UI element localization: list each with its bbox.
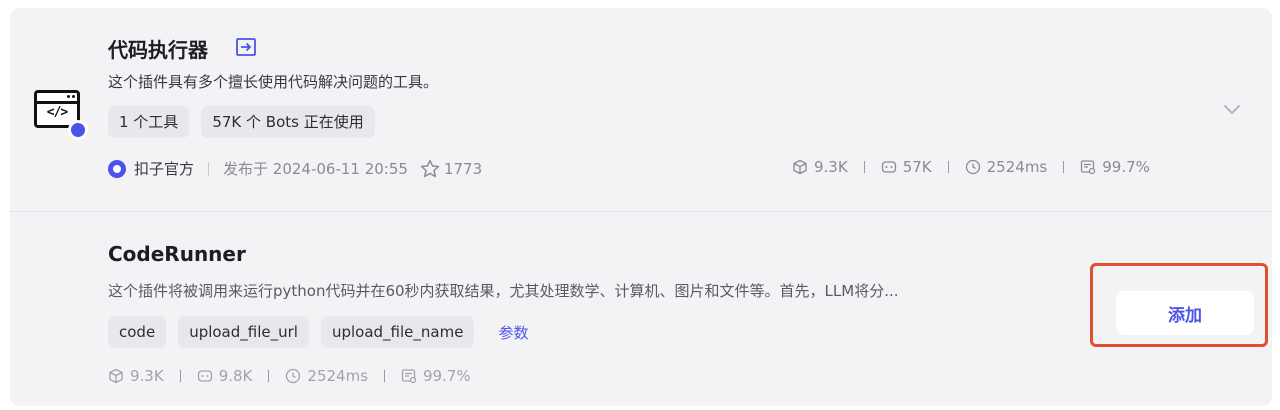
success-rate: 99.7% <box>423 367 471 385</box>
latency-value: 2524ms <box>307 367 369 385</box>
chevron-down-icon[interactable] <box>1222 102 1242 116</box>
success-rate-icon <box>401 369 417 384</box>
latency-value: 2524ms <box>986 158 1048 176</box>
official-badge-icon <box>68 120 88 140</box>
cube-icon <box>793 159 807 175</box>
tool-title: CodeRunner <box>108 242 246 266</box>
author-avatar-icon <box>108 159 126 178</box>
param-tag: upload_file_name <box>320 316 475 348</box>
success-rate-icon <box>1081 160 1096 175</box>
open-link-icon[interactable] <box>236 38 256 56</box>
bots-usage-tag: 57K 个 Bots 正在使用 <box>201 106 375 138</box>
plugin-description: 这个插件具有多个擅长使用代码解决问题的工具。 <box>108 73 439 91</box>
tool-count-tag: 1 个工具 <box>108 106 190 138</box>
author-name: 扣子官方 <box>134 160 195 178</box>
clock-icon <box>965 159 980 175</box>
param-tag: upload_file_url <box>178 316 309 348</box>
clock-icon <box>286 368 301 384</box>
calls-count: 9.3K <box>814 158 848 176</box>
bot-icon <box>881 161 896 173</box>
bots-count: 57K <box>902 158 932 176</box>
tool-params: code upload_file_url upload_file_name 参数 <box>108 316 528 348</box>
plugin-title: 代码执行器 <box>108 38 208 62</box>
cube-icon <box>109 368 123 384</box>
star-count: 1773 <box>443 159 483 178</box>
plugin-card: </> 代码执行器 这个插件具有多个擅长使用代码解决问题的工具。 1 个工具 5… <box>10 8 1272 406</box>
publish-date: 发布于 2024-06-11 20:55 <box>223 160 408 178</box>
success-rate: 99.7% <box>1102 158 1150 176</box>
tool-item: CodeRunner 这个插件将被调用来运行python代码并在60秒内获取结果… <box>10 212 1272 406</box>
bots-count: 9.8K <box>218 367 253 385</box>
plugin-meta: 扣子官方 发布于 2024-06-11 20:55 1773 <box>108 158 482 179</box>
tool-description: 这个插件将被调用来运行python代码并在60秒内获取结果，尤其处理数学、计算机… <box>108 282 899 300</box>
plugin-header[interactable]: </> 代码执行器 这个插件具有多个擅长使用代码解决问题的工具。 1 个工具 5… <box>10 8 1272 211</box>
plugin-stats: 9.3K 57K 2524ms 99.7% <box>792 158 1150 176</box>
calls-count: 9.3K <box>130 367 164 385</box>
star-icon <box>420 159 440 178</box>
plugin-tags: 1 个工具 57K 个 Bots 正在使用 <box>108 106 375 138</box>
add-button[interactable]: 添加 <box>1116 291 1254 335</box>
tool-stats: 9.3K 9.8K 2524ms 99.7% <box>108 367 471 385</box>
bot-icon <box>197 370 212 382</box>
params-link[interactable]: 参数 <box>498 322 528 343</box>
param-tag: code <box>108 316 167 348</box>
